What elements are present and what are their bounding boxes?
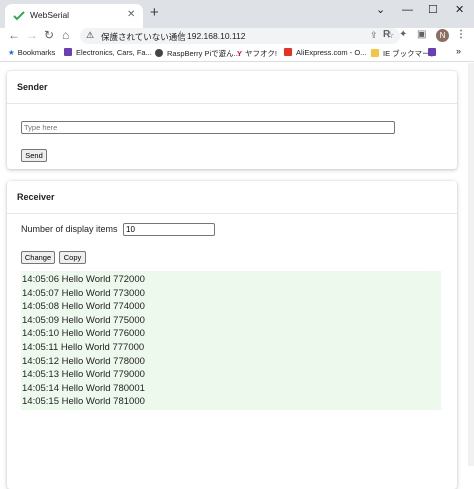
bookmark-overflow[interactable]	[428, 48, 440, 57]
bookmarks-star-icon: ★	[8, 48, 15, 57]
side-panel-icon[interactable]: ▣	[417, 29, 426, 40]
tab-search-icon[interactable]: ⌄	[376, 3, 385, 17]
security-status-label: 保護されていない通信	[101, 32, 186, 42]
log-line: 14:05:11 Hello World 777000	[22, 341, 145, 353]
log-line: 14:05:06 Hello World 772000	[22, 274, 145, 285]
copy-button[interactable]: Copy	[59, 251, 86, 264]
receive-log: 14:05:06 Hello World 772000 14:05:07 Hel…	[21, 271, 441, 410]
globe-icon	[155, 49, 163, 57]
display-count-input[interactable]: 10	[123, 223, 215, 236]
log-line: 14:05:08 Hello World 774000	[22, 301, 145, 313]
send-button[interactable]: Send	[21, 149, 47, 162]
tab-close-icon[interactable]: ✕	[127, 8, 135, 22]
tab-webserial[interactable]: WebSerial ✕	[5, 4, 143, 28]
reload-button[interactable]: ↻	[44, 28, 54, 43]
log-line: 14:05:13 Hello World 779000	[22, 369, 145, 381]
yahoo-icon: Y	[237, 49, 243, 58]
log-line: 14:05:12 Hello World 778000	[22, 355, 145, 367]
address-bar[interactable]: ⚠ 保護されていない通信 192.168.10.112 ⇪ ☆	[80, 28, 400, 44]
title-bar: WebSerial ✕ + ⌄ — ☐ ✕	[0, 0, 474, 28]
reader-extension-icon[interactable]: R	[383, 29, 390, 40]
tab-title: WebSerial	[30, 10, 70, 20]
electronics-site-icon	[64, 48, 72, 56]
menu-kebab-icon[interactable]: ⋮	[456, 29, 466, 40]
bookmark-electronics[interactable]: Electronics, Cars, Fa...	[64, 48, 152, 57]
maximize-button[interactable]: ☐	[428, 3, 438, 17]
change-button[interactable]: Change	[21, 251, 55, 264]
log-line: 14:05:10 Hello World 776000	[22, 328, 145, 340]
back-button[interactable]: ←	[8, 28, 20, 43]
forward-button[interactable]: →	[26, 28, 38, 43]
bookmark-yahuoku[interactable]: Y ヤフオク!	[237, 48, 277, 59]
bookmarks-more-icon[interactable]: »	[456, 46, 461, 56]
page-content: Sender Type here Send Receiver Number of…	[0, 63, 474, 489]
bookmark-bookmarks[interactable]: ★ Bookmarks	[8, 48, 55, 57]
display-count-label: Number of display items	[21, 224, 118, 234]
browser-toolbar: ← → ↻ ⌂ ⚠ 保護されていない通信 192.168.10.112 ⇪ ☆ …	[0, 28, 474, 45]
profile-avatar[interactable]: N	[436, 29, 449, 42]
aliexpress-icon	[284, 48, 292, 56]
folder-icon	[371, 49, 379, 57]
home-button[interactable]: ⌂	[62, 28, 69, 43]
new-tab-button[interactable]: +	[150, 5, 159, 21]
receiver-card: Receiver Number of display items 10 Chan…	[7, 181, 457, 489]
bookmarks-bar: ★ Bookmarks Electronics, Cars, Fa... Rasp…	[0, 45, 474, 62]
share-icon[interactable]: ⇪	[370, 30, 378, 41]
page-scrollbar[interactable]	[468, 63, 474, 466]
bookmark-raspberry-pi[interactable]: RaspBerry Piで遊ん...	[155, 48, 240, 59]
minimize-button[interactable]: —	[402, 3, 413, 17]
log-line: 14:05:14 Hello World 780001	[22, 382, 145, 394]
receiver-title: Receiver	[7, 181, 457, 214]
log-line: 14:05:09 Hello World 775000	[22, 314, 145, 326]
close-window-button[interactable]: ✕	[455, 3, 464, 17]
extensions-puzzle-icon[interactable]: ✦	[399, 29, 407, 40]
log-line: 14:05:07 Hello World 773000	[22, 287, 145, 299]
address-separator	[180, 31, 181, 41]
not-secure-warning-icon[interactable]: ⚠	[86, 30, 94, 41]
send-text-input[interactable]: Type here	[21, 121, 395, 134]
log-line: 14:05:15 Hello World 781000	[22, 396, 145, 408]
sender-card: Sender Type here Send	[7, 71, 457, 169]
overflow-site-icon	[428, 48, 436, 56]
sender-title: Sender	[7, 71, 457, 104]
webserial-favicon-icon	[13, 11, 25, 21]
url-text[interactable]: 192.168.10.112	[187, 31, 245, 41]
bookmark-aliexpress[interactable]: AliExpress.com - O...	[284, 48, 366, 57]
